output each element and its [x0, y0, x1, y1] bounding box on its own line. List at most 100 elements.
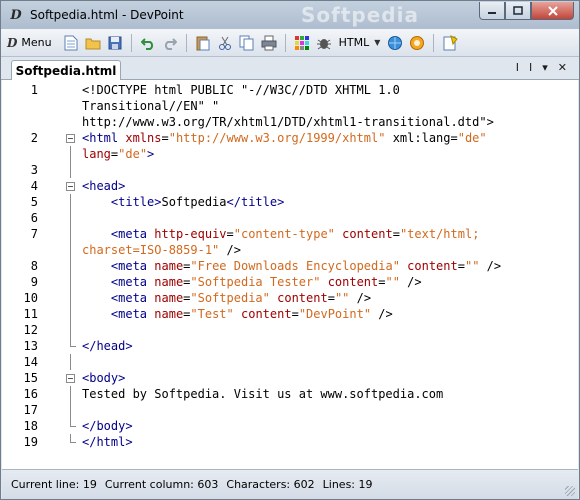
open-folder-icon[interactable] — [84, 34, 102, 52]
code-line[interactable]: 16 Tested by Softpedia. Visit us at www.s… — [2, 386, 578, 402]
code-text: <meta name = "Free Downloads Encyclopedia"… — [82, 258, 501, 274]
line-number: 11 — [23, 307, 38, 321]
code-line[interactable]: 19 </html> — [2, 434, 578, 450]
list-view-button[interactable]: I — [529, 61, 532, 74]
bookmark-icon[interactable] — [441, 34, 459, 52]
fold-guide-line — [65, 210, 76, 226]
code-line[interactable]: lang="de"> — [2, 146, 578, 162]
code-line[interactable]: 6 — [2, 210, 578, 226]
toolbar-separator — [433, 33, 435, 52]
code-text: <body> — [82, 370, 125, 386]
code-line[interactable]: 14 — [2, 354, 578, 370]
code-line[interactable]: Transitional//EN" " — [2, 98, 578, 114]
code-token: "Free Downloads Encyclopedia" — [190, 259, 400, 273]
code-token: "text/html; — [399, 227, 480, 241]
code-line[interactable]: 2 <html xmlns="http://www.w3.org/1999/xht… — [2, 130, 578, 146]
browser-preview-icon[interactable] — [386, 34, 404, 52]
fold-guide-line — [65, 386, 76, 402]
code-text: Transitional//EN" " — [82, 98, 219, 114]
fold-guide-line — [65, 274, 76, 290]
fold-guide-line — [65, 194, 76, 210]
save-icon[interactable] — [106, 34, 124, 52]
code-token: = — [457, 259, 465, 273]
code-token: "" — [334, 291, 350, 305]
code-token: "content-type" — [233, 227, 335, 241]
line-number: 17 — [23, 403, 38, 417]
undo-icon[interactable] — [139, 34, 157, 52]
line-number: 1 — [30, 83, 38, 97]
code-token: <meta — [110, 291, 155, 305]
window-title: Softpedia.html - DevPoint — [30, 8, 184, 22]
close-button[interactable] — [531, 2, 574, 20]
code-token: = — [392, 227, 400, 241]
line-number: 15 — [23, 371, 38, 385]
code-token: </head> — [82, 339, 133, 353]
code-text: charset=ISO-8859-1" /> — [82, 242, 241, 258]
code-line[interactable]: 9 <meta name="Softpedia Tester" content=… — [2, 274, 578, 290]
tab-list-dropdown-icon[interactable]: ▾ — [542, 61, 548, 74]
code-text: <!DOCTYPE html PUBLIC "-//W3C//DTD XHTML… — [82, 82, 400, 98]
fold-toggle-icon[interactable] — [65, 130, 76, 146]
code-line[interactable]: 4 <head> — [2, 178, 578, 194]
code-line[interactable]: 10 <meta name="Softpedia" content="" /> — [2, 290, 578, 306]
code-line[interactable]: 15 <body> — [2, 370, 578, 386]
paste-icon[interactable] — [194, 34, 212, 52]
status-characters: Characters: 602 — [226, 478, 315, 491]
code-text: <meta name="Softpedia" content="" /> — [82, 290, 371, 306]
code-line[interactable]: 3 — [2, 162, 578, 178]
redo-icon[interactable] — [161, 34, 179, 52]
code-line[interactable]: 13 </head> — [2, 338, 578, 354]
print-icon[interactable] — [260, 34, 278, 52]
code-line[interactable]: 17 — [2, 402, 578, 418]
code-token: <!DOCTYPE html PUBLIC "-//W3C//DTD XHTML… — [82, 83, 400, 97]
code-editor[interactable]: 1 <!DOCTYPE html PUBLIC "-//W3C//DTD XHTM… — [2, 80, 578, 469]
tab-softpedia-html[interactable]: Softpedia.html — [11, 60, 121, 81]
code-token: /> — [371, 307, 393, 321]
code-token: > — [147, 147, 155, 161]
status-current-column: Current column: 603 — [104, 478, 219, 491]
language-select[interactable]: HTML ▼ — [339, 36, 381, 49]
tab-tools: I I ▾ ✕ — [516, 61, 567, 74]
minimize-button[interactable] — [479, 2, 505, 20]
fold-toggle-icon[interactable] — [65, 178, 76, 194]
line-number: 16 — [23, 387, 38, 401]
settings-bug-icon[interactable] — [315, 34, 333, 52]
code-line[interactable]: 18 </body> — [2, 418, 578, 434]
code-line[interactable]: 12 — [2, 322, 578, 338]
code-token: <meta — [110, 259, 155, 273]
softpedia-watermark: Softpedia — [301, 3, 419, 27]
code-line[interactable]: 1 <!DOCTYPE html PUBLIC "-//W3C//DTD XHTM… — [2, 82, 578, 98]
resize-grip[interactable] — [565, 486, 575, 496]
code-line[interactable]: charset=ISO-8859-1" /> — [2, 242, 578, 258]
code-token: <title> — [110, 195, 162, 209]
line-number: 14 — [23, 355, 38, 369]
code-line[interactable]: http://www.w3.org/TR/xhtml1/DTD/xhtml1-t… — [2, 114, 578, 130]
code-token: = — [291, 307, 299, 321]
code-token: </title> — [226, 195, 285, 209]
close-tab-icon[interactable]: ✕ — [558, 61, 567, 74]
code-line[interactable]: 5 <title>Softpedia</title> — [2, 194, 578, 210]
code-line[interactable]: 8 <meta name = "Free Downloads Encyclopedi… — [2, 258, 578, 274]
code-line[interactable]: 11 <meta name="Test" content="DevPoint" … — [2, 306, 578, 322]
fold-guide-line — [65, 258, 76, 274]
code-text: <title>Softpedia</title> — [82, 194, 284, 210]
ie-preview-icon[interactable] — [408, 34, 426, 52]
code-token: http://www.w3.org/TR/xhtml1/DTD/xhtml1-t… — [82, 115, 494, 129]
cut-icon[interactable] — [216, 34, 234, 52]
code-token: <head> — [82, 179, 126, 193]
maximize-button[interactable] — [505, 2, 531, 20]
copy-icon[interactable] — [238, 34, 256, 52]
code-text: <meta http-equiv="content-type" content=… — [82, 226, 480, 242]
status-current-line: Current line: 19 — [11, 478, 97, 491]
code-line[interactable]: 7 <meta http-equiv="content-type" conten… — [2, 226, 578, 242]
new-document-icon[interactable] — [62, 34, 80, 52]
menu-button[interactable]: D Menu — [7, 36, 52, 50]
status-bar: Current line: 19 Current column: 603 Cha… — [2, 469, 578, 499]
fold-toggle-icon[interactable] — [65, 370, 76, 386]
split-view-button[interactable]: I — [516, 61, 519, 74]
color-picker-icon[interactable] — [293, 34, 311, 52]
status-lines: Lines: 19 — [322, 478, 373, 491]
code-token: content — [342, 227, 393, 241]
code-token: = — [327, 291, 335, 305]
code-text: <head> — [82, 178, 125, 194]
